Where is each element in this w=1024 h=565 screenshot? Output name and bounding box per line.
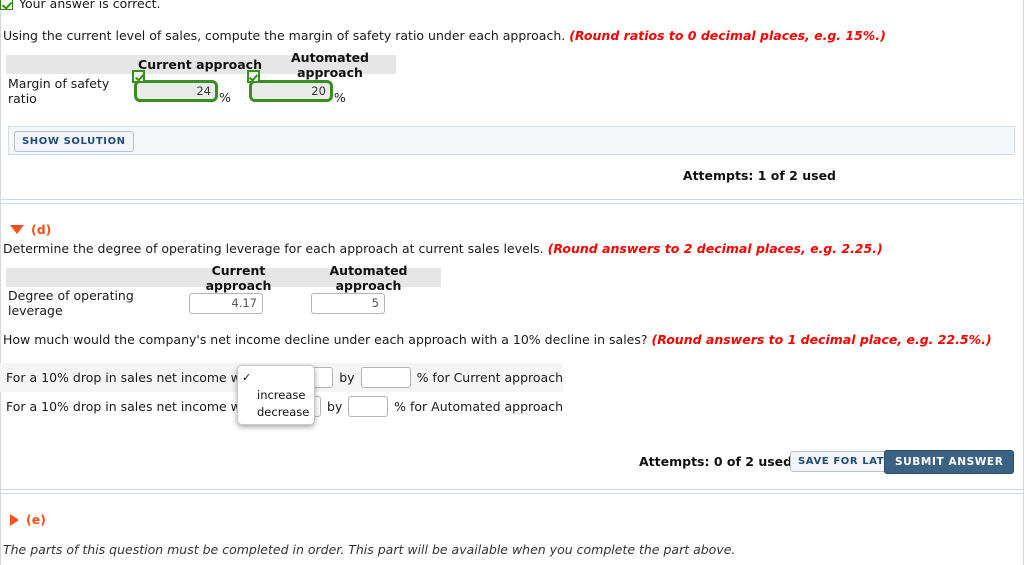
percent-input-automated[interactable] [348,396,389,417]
sentence-2-mid: by [327,399,343,414]
show-solution-bar: SHOW SOLUTION [8,126,1015,155]
margin-of-safety-automated-input[interactable] [248,80,333,102]
part-d-header-current: Current approach [205,262,272,293]
answer-correct-banner: Your answer is correct. [0,0,160,11]
table-row: Margin of safety ratio % % [6,70,396,108]
part-c-table-header: Current approach Automated approach [6,50,396,80]
submit-answer-button[interactable]: SUBMIT ANSWER [884,450,1015,474]
part-d-label: (d) [31,222,52,237]
operating-leverage-automated-input[interactable] [311,292,385,314]
part-e-note: The parts of this question must be compl… [3,542,736,557]
part-d-question2-note: (Round answers to 1 decimal place, e.g. … [651,332,992,347]
percent-input-current[interactable] [360,367,411,388]
show-solution-button[interactable]: SHOW SOLUTION [14,131,134,152]
part-d-question2-text: How much would the company's net income … [3,332,648,347]
dropdown-option-decrease[interactable]: decrease [238,403,314,420]
part-c-header-current: Current approach [138,57,262,72]
triangle-right-icon [10,513,19,526]
section-divider-c-top [0,199,1024,200]
part-d-header-automated: Automated approach [329,262,408,293]
dropdown-option-blank[interactable]: ✓ [238,369,314,386]
sentence-1-lead: For a 10% drop in sales net income would [6,370,268,385]
dropdown-option-increase[interactable]: increase [238,386,314,403]
margin-of-safety-current-input[interactable] [134,80,218,102]
section-divider-c-bottom [0,203,1024,204]
part-d-question2: How much would the company's net income … [3,332,992,348]
part-d-attempts: Attempts: 0 of 2 used [639,454,793,469]
part-c-table: Current approach Automated approach Marg… [6,50,396,108]
question-page: Your answer is correct. Using the curren… [0,0,1024,565]
part-c-rounding-note: (Round ratios to 0 decimal places, e.g. … [569,28,886,43]
part-d-table: Current approach Automated approach Degr… [6,263,441,319]
part-c-prompt-text: Using the current level of sales, comput… [3,28,566,43]
sentence-2-lead: For a 10% drop in sales net income would [6,399,268,414]
margin-of-safety-current-field[interactable]: % [132,70,231,105]
answer-correct-text: Your answer is correct. [19,0,161,11]
margin-of-safety-automated-field[interactable]: % [246,70,346,105]
sentence-2-tail: % for Automated approach [394,399,563,414]
direction-dropdown-menu[interactable]: ✓ increase decrease [237,365,315,425]
part-d-table-header: Current approach Automated approach [6,263,441,293]
part-d-prompt: Determine the degree of operating levera… [3,241,883,257]
check-icon [0,0,13,10]
section-divider-d-bottom [0,493,1024,494]
part-d-row-label: Degree of operating leverage [8,288,134,318]
dropdown-option-increase-label: increase [257,387,306,402]
section-divider-d-top [0,489,1024,490]
part-d-prompt-text: Determine the degree of operating levera… [3,241,544,256]
sentence-1-tail: % for Current approach [416,370,563,385]
part-c-row-label: Margin of safety ratio [8,76,110,106]
part-e-toggle[interactable]: (e) [10,512,46,527]
part-c-attempts: Attempts: 1 of 2 used [682,168,836,183]
triangle-down-icon [10,225,24,234]
part-d-toggle[interactable]: (d) [10,222,51,237]
check-icon [132,70,145,83]
percent-suffix-automated: % [333,90,346,105]
part-c-prompt: Using the current level of sales, comput… [3,28,886,44]
percent-suffix-current: % [219,90,231,105]
panel-left-edge [0,0,1,565]
part-c-header-automated: Automated approach [291,49,369,80]
check-icon [246,70,260,83]
operating-leverage-current-input[interactable] [189,292,263,314]
part-e-label: (e) [26,512,46,527]
part-d-rounding-note: (Round answers to 2 decimal places, e.g.… [547,241,883,256]
check-icon: ✓ [242,371,252,384]
sentence-1-mid: by [339,370,355,385]
dropdown-option-decrease-label: decrease [257,404,310,419]
